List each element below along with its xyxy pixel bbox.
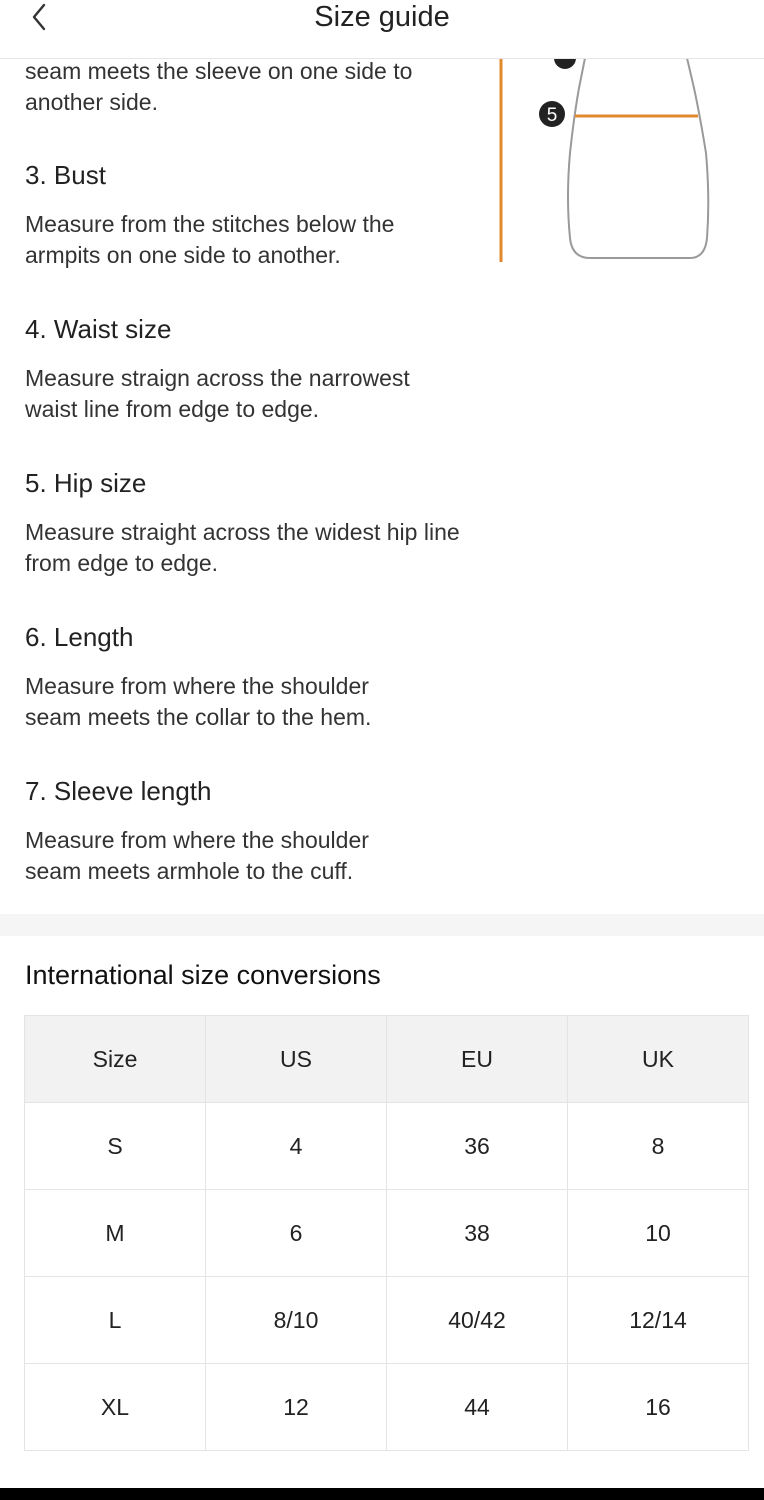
header-uk: UK [567, 1015, 749, 1103]
section-divider [0, 914, 764, 936]
cell-us: 6 [205, 1189, 387, 1277]
header: Size guide [0, 0, 764, 59]
table-header-row: Size US EU UK [24, 1015, 749, 1103]
measurement-guide: seam meets the sleeve on one side to ano… [25, 56, 485, 887]
guide-item-title: 7. Sleeve length [25, 776, 212, 806]
garment-outline [567, 58, 710, 259]
cell-us: 12 [205, 1363, 387, 1451]
guide-item-description: Measure straign across the narrowest wai… [25, 365, 410, 422]
size-guide-page: Size guide seam meets the sleeve on one … [0, 0, 764, 1500]
guide-item-title: 5. Hip size [25, 468, 147, 498]
guide-item-title: 3. Bust [25, 160, 106, 190]
size-conversion-table: Size US EU UK S 4 36 8 M 6 38 10 L 8/10 [24, 1015, 749, 1451]
guide-item-title: 4. Waist size [25, 314, 172, 344]
guide-item-title: 6. Length [25, 622, 134, 652]
guide-item-description: Measure straight across the widest hip l… [25, 519, 460, 576]
guide-item-description: Measure from where the shoulder seam mee… [25, 673, 372, 730]
guide-item-description: Measure from where the shoulder seam mee… [25, 827, 369, 884]
guide-item-sleeve-length: 7. Sleeve length Measure from where the … [25, 775, 485, 887]
cell-eu: 44 [386, 1363, 568, 1451]
table-row: M 6 38 10 [24, 1189, 749, 1277]
hidden-marker-icon [554, 58, 576, 69]
cell-size: L [24, 1276, 206, 1364]
cell-us: 4 [205, 1102, 387, 1190]
cell-eu: 38 [386, 1189, 568, 1277]
marker-5-label: 5 [547, 105, 558, 126]
guide-item-bust: 3. Bust Measure from the stitches below … [25, 159, 485, 271]
guide-item-length: 6. Length Measure from where the shoulde… [25, 621, 485, 733]
cell-size: XL [24, 1363, 206, 1451]
cell-us: 8/10 [205, 1276, 387, 1364]
header-size: Size [24, 1015, 206, 1103]
cell-uk: 12/14 [567, 1276, 749, 1364]
cell-size: M [24, 1189, 206, 1277]
cell-eu: 36 [386, 1102, 568, 1190]
partial-description: seam meets the sleeve on one side to ano… [25, 58, 413, 115]
cell-size: S [24, 1102, 206, 1190]
guide-item-hip: 5. Hip size Measure straight across the … [25, 467, 485, 579]
page-title: Size guide [314, 1, 450, 33]
guide-item-description: Measure from the stitches below the armp… [25, 211, 395, 268]
conversions-title: International size conversions [25, 960, 381, 990]
cell-eu: 40/42 [386, 1276, 568, 1364]
table-row: S 4 36 8 [24, 1102, 749, 1190]
system-bottom-bar [0, 1488, 764, 1500]
garment-diagram: 5 [499, 58, 710, 262]
header-eu: EU [386, 1015, 568, 1103]
table-row: L 8/10 40/42 12/14 [24, 1276, 749, 1364]
guide-item-waist: 4. Waist size Measure straign across the… [25, 313, 485, 425]
cell-uk: 10 [567, 1189, 749, 1277]
table-row: XL 12 44 16 [24, 1363, 749, 1451]
header-us: US [205, 1015, 387, 1103]
cell-uk: 16 [567, 1363, 749, 1451]
cell-uk: 8 [567, 1102, 749, 1190]
